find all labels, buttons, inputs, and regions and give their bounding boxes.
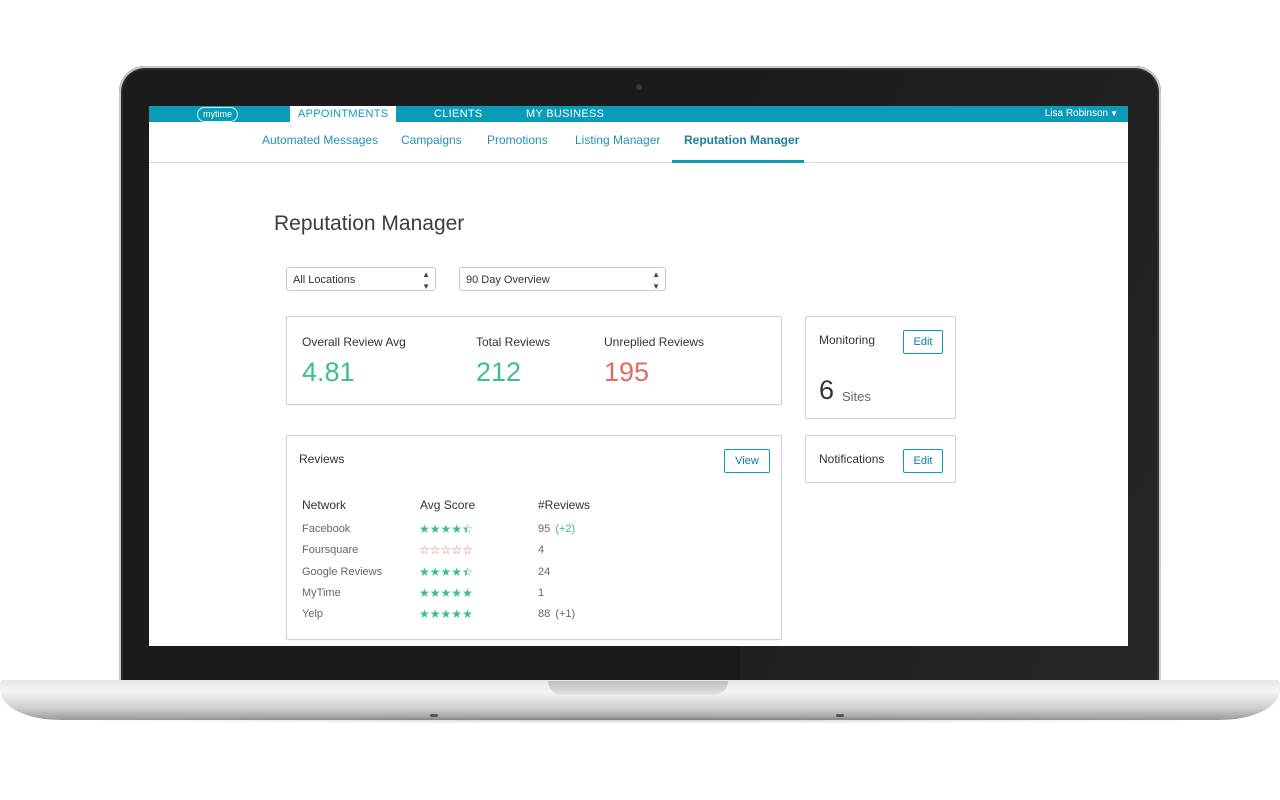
star-empty-icon: ☆: [440, 543, 452, 557]
select-arrows-icon: ▲ ▼: [652, 270, 660, 291]
user-name: Lisa Robinson: [1044, 108, 1109, 119]
star-full-icon: ★: [440, 522, 452, 536]
tab-promotions[interactable]: Promotions: [487, 133, 548, 147]
review-count-value: 88: [538, 608, 551, 620]
star-rating: ★★★★★☆: [419, 566, 473, 578]
reviews-view-button[interactable]: View: [724, 449, 770, 473]
mytime-logo[interactable]: mytime: [197, 107, 238, 122]
review-count-delta: (+2): [555, 523, 576, 535]
star-full-icon: ★: [419, 522, 430, 536]
network-name: Yelp: [302, 608, 324, 620]
overall-avg-value: 4.81: [302, 357, 355, 387]
laptop-foot: [430, 714, 438, 717]
network-name: Google Reviews: [302, 566, 383, 578]
total-reviews-label: Total Reviews: [476, 335, 551, 349]
star-full-icon: ★: [419, 607, 430, 621]
location-select[interactable]: All Locations ▲ ▼: [286, 267, 436, 291]
star-rating: ★★★★★: [419, 608, 473, 620]
notifications-edit-button[interactable]: Edit: [903, 449, 943, 473]
laptop-foot: [836, 714, 844, 717]
unreplied-reviews-label: Unreplied Reviews: [604, 335, 705, 349]
nav-clients[interactable]: CLIENTS: [434, 106, 483, 122]
user-menu[interactable]: Lisa Robinson ▼: [1045, 106, 1118, 122]
overall-avg-label: Overall Review Avg: [302, 335, 406, 349]
star-full-icon: ★: [419, 565, 430, 579]
review-count: 4: [538, 544, 544, 556]
star-full-icon: ★: [440, 565, 452, 579]
sub-navigation: Automated Messages Campaigns Promotions …: [149, 122, 1128, 163]
star-rating: ★★★★★: [419, 587, 473, 599]
tab-campaigns[interactable]: Campaigns: [401, 133, 462, 147]
star-rating: ★★★★★☆: [419, 523, 473, 535]
star-full-icon: ★: [429, 607, 441, 621]
review-count-value: 24: [538, 566, 551, 578]
app-screen: mytime APPOINTMENTS CLIENTS MY BUSINESS …: [149, 106, 1128, 646]
notifications-title: Notifications: [819, 452, 885, 466]
camera-icon: [636, 84, 642, 90]
star-half-icon: ★☆: [462, 565, 473, 579]
unreplied-reviews-value: 195: [604, 357, 650, 387]
review-count: 95 (+2): [538, 523, 575, 535]
star-full-icon: ★: [419, 586, 430, 600]
laptop-shadow: [60, 716, 1220, 724]
monitoring-title: Monitoring: [819, 333, 876, 347]
caret-down-icon: ▼: [1110, 109, 1118, 118]
period-select-value: 90 Day Overview: [466, 274, 550, 286]
star-empty-icon: ☆: [429, 543, 441, 557]
summary-card: Overall Review Avg 4.81 Total Reviews 21…: [286, 316, 782, 405]
network-name: Foursquare: [302, 544, 359, 556]
star-full-icon: ★: [451, 607, 463, 621]
tab-listing-manager[interactable]: Listing Manager: [575, 133, 660, 147]
reviews-card: Reviews View Network Avg Score #Reviews …: [286, 435, 782, 640]
star-half-icon: ★☆: [462, 522, 473, 536]
star-empty-icon: ☆: [462, 543, 473, 557]
total-reviews-value: 212: [476, 357, 522, 387]
star-empty-icon: ☆: [419, 543, 430, 557]
top-navbar: mytime APPOINTMENTS CLIENTS MY BUSINESS …: [149, 106, 1128, 122]
column-header-avg-score: Avg Score: [420, 498, 476, 512]
review-count-value: 95: [538, 523, 551, 535]
star-full-icon: ★: [451, 586, 463, 600]
star-full-icon: ★: [429, 586, 441, 600]
review-count: 24: [538, 566, 550, 578]
star-full-icon: ★: [440, 607, 452, 621]
select-arrows-icon: ▲ ▼: [422, 270, 430, 291]
star-full-icon: ★: [440, 586, 452, 600]
monitoring-card: Monitoring Edit 6 Sites: [805, 316, 956, 419]
star-full-icon: ★: [451, 522, 463, 536]
page-title: Reputation Manager: [274, 212, 465, 235]
monitoring-edit-button[interactable]: Edit: [903, 330, 943, 354]
star-rating: ☆☆☆☆☆: [419, 544, 473, 556]
monitoring-unit: Sites: [842, 389, 871, 404]
tab-reputation-manager[interactable]: Reputation Manager: [684, 133, 799, 147]
review-count-delta: (+1): [555, 608, 576, 620]
review-count-value: 4: [538, 544, 545, 556]
star-full-icon: ★: [429, 565, 441, 579]
star-full-icon: ★: [462, 607, 473, 621]
column-header-reviews: #Reviews: [538, 498, 591, 512]
network-name: MyTime: [302, 587, 341, 599]
tab-automated-messages[interactable]: Automated Messages: [262, 133, 378, 147]
period-select[interactable]: 90 Day Overview ▲ ▼: [459, 267, 666, 291]
nav-appointments[interactable]: APPOINTMENTS: [290, 106, 397, 122]
star-full-icon: ★: [429, 522, 441, 536]
review-count: 1: [538, 587, 544, 599]
star-empty-icon: ☆: [451, 543, 463, 557]
active-tab-indicator: [672, 160, 804, 163]
review-count: 88 (+1): [538, 608, 575, 620]
reviews-title: Reviews: [299, 452, 345, 466]
network-name: Facebook: [302, 523, 351, 535]
star-full-icon: ★: [451, 565, 463, 579]
notifications-card: Notifications Edit: [805, 435, 956, 483]
location-select-value: All Locations: [293, 274, 356, 286]
laptop-notch: [548, 681, 728, 695]
column-header-network: Network: [302, 498, 347, 512]
review-count-value: 1: [538, 587, 545, 599]
monitoring-count: 6: [819, 375, 835, 405]
nav-my-business[interactable]: MY BUSINESS: [526, 106, 604, 122]
star-full-icon: ★: [462, 586, 473, 600]
